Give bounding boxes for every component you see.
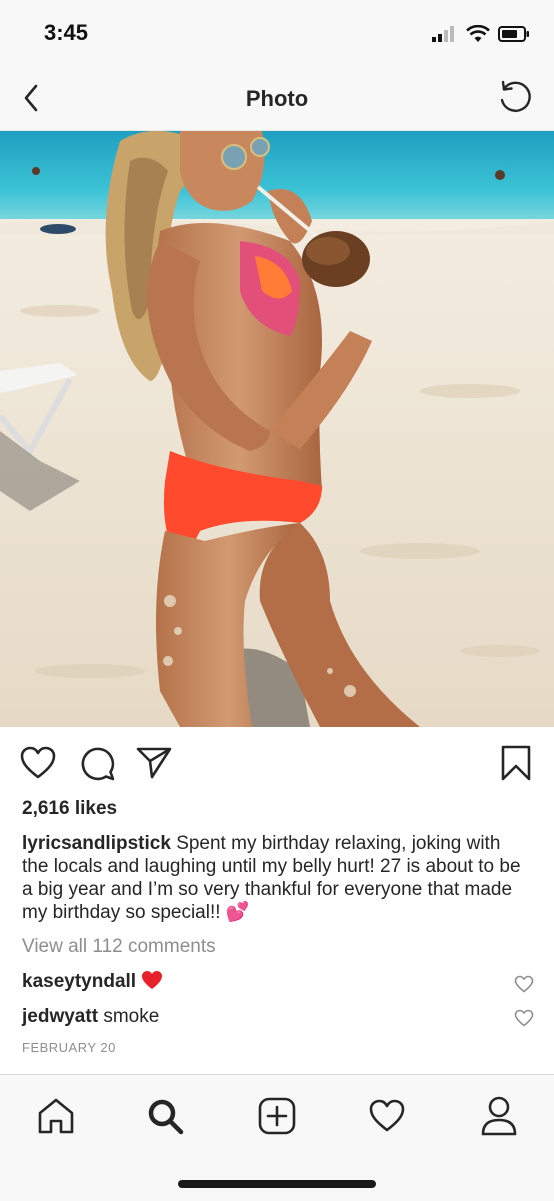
signal-icon [432, 26, 454, 42]
system-icons [432, 24, 530, 44]
post-caption: lyricsandlipstick Spent my birthday rela… [22, 832, 532, 924]
share-icon[interactable] [136, 746, 172, 780]
activity-icon[interactable] [368, 1099, 406, 1133]
add-icon[interactable] [258, 1097, 296, 1135]
post-actions [0, 740, 554, 788]
like-comment-icon[interactable] [514, 975, 534, 993]
like-comment-icon[interactable] [514, 1009, 534, 1027]
search-icon[interactable] [146, 1097, 186, 1137]
heart-icon[interactable] [20, 746, 56, 780]
profile-icon[interactable] [480, 1095, 518, 1137]
two-hearts-emoji: 💕 [225, 902, 250, 923]
comment-icon[interactable] [80, 746, 116, 782]
likes-count[interactable]: 2,616 likes [22, 798, 117, 820]
home-indicator [178, 1180, 376, 1188]
caption-username[interactable]: lyricsandlipstick [22, 833, 171, 854]
comment-text: smoke [103, 1006, 160, 1027]
nav-header: Photo [0, 64, 554, 131]
comment-row: kaseytyndall [22, 970, 532, 996]
comment-username[interactable]: jedwyatt [22, 1006, 98, 1027]
red-heart-icon [141, 970, 163, 996]
post-date: FEBRUARY 20 [22, 1040, 116, 1055]
view-all-comments-link[interactable]: View all 112 comments [22, 936, 216, 958]
wifi-icon [466, 25, 490, 42]
comment-row: jedwyatt smoke [22, 1006, 532, 1028]
home-icon[interactable] [36, 1097, 76, 1135]
bookmark-icon[interactable] [500, 744, 532, 782]
battery-icon [498, 26, 529, 42]
page-title: Photo [245, 86, 309, 111]
status-time: 3:45 [44, 20, 89, 45]
post-photo[interactable] [0, 131, 554, 727]
refresh-icon[interactable] [496, 78, 534, 116]
comment-username[interactable]: kaseytyndall [22, 971, 136, 992]
status-bar: 3:45 [0, 0, 554, 64]
